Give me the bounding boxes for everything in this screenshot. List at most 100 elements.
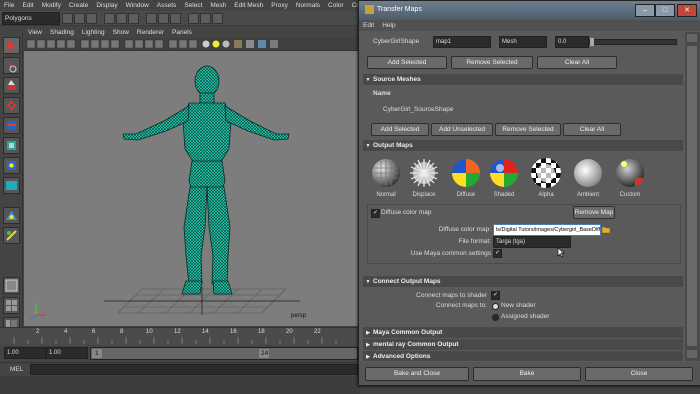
viewport-menu-lighting[interactable]: Lighting (78, 28, 109, 38)
menu-select[interactable]: Select (180, 0, 206, 11)
playback-start-field[interactable]: 1.00 (46, 347, 88, 359)
last-tool-icon[interactable] (3, 177, 20, 194)
remove-map-button[interactable]: Remove Map (573, 206, 615, 219)
save-scene-icon[interactable] (86, 13, 97, 24)
target-add-selected-button[interactable]: Add Selected (367, 56, 447, 69)
scroll-thumb[interactable] (687, 46, 697, 346)
output-maps-header[interactable]: ▼ Output Maps (363, 140, 683, 151)
transfer-maps-titlebar[interactable]: Transfer Maps – □ ✕ (359, 1, 700, 19)
single-pane-layout-icon[interactable] (3, 277, 20, 294)
menu-mesh[interactable]: Mesh (206, 0, 230, 11)
scene-view[interactable] (24, 51, 360, 326)
close-window-button[interactable]: ✕ (677, 4, 697, 17)
browse-folder-icon[interactable] (601, 224, 611, 234)
target-uv-set-select[interactable]: map1 (433, 36, 491, 48)
menu-color[interactable]: Color (324, 0, 348, 11)
viewport-menu-renderer[interactable]: Renderer (133, 28, 168, 38)
source-add-unselected-button[interactable]: Add Unselected (431, 123, 493, 136)
open-scene-icon[interactable] (74, 13, 85, 24)
tm-menu-edit[interactable]: Edit (359, 20, 378, 31)
source-add-selected-button[interactable]: Add Selected (371, 123, 429, 136)
maya-common-output-header[interactable]: ▶ Maya Common Output (363, 327, 683, 338)
source-clear-all-button[interactable]: Clear All (563, 123, 621, 136)
diffuse-path-input[interactable]: ls/Digital Tutors/images/Cybergirl_BaseD… (493, 224, 601, 236)
viewport-menu-shading[interactable]: Shading (46, 28, 78, 38)
new-scene-icon[interactable] (62, 13, 73, 24)
source-meshes-header[interactable]: ▼ Source Meshes (363, 74, 683, 85)
menu-normals[interactable]: Normals (292, 0, 324, 11)
snap-curve-icon[interactable] (158, 13, 169, 24)
advanced-options-header[interactable]: ▶ Advanced Options (363, 351, 683, 361)
transfer-maps-window: Transfer Maps – □ ✕ Edit Help CyberGirlSh… (358, 0, 700, 386)
snap-point-icon[interactable] (170, 13, 181, 24)
menu-modify[interactable]: Modify (38, 0, 65, 11)
mel-input[interactable] (30, 364, 358, 375)
viewport-menu-show[interactable]: Show (109, 28, 133, 38)
paint-select-icon[interactable] (3, 77, 20, 94)
bake-and-close-button[interactable]: Bake and Close (365, 367, 469, 381)
select-component-icon[interactable] (128, 13, 139, 24)
shaded-map-icon[interactable] (489, 158, 519, 188)
bake-button[interactable]: Bake (473, 367, 581, 381)
alpha-map-icon[interactable] (531, 158, 561, 188)
time-slider[interactable]: 2 4 6 8 10 12 14 16 18 20 22 (0, 327, 360, 345)
transfer-maps-scrollbar[interactable] (685, 32, 700, 361)
close-button[interactable]: Close (585, 367, 693, 381)
menu-window[interactable]: Window (122, 0, 153, 11)
select-hierarchy-icon[interactable] (104, 13, 115, 24)
manipulator-icon[interactable] (3, 157, 20, 174)
select-tool-icon[interactable] (3, 37, 20, 54)
tm-menu-help[interactable]: Help (378, 20, 399, 31)
source-remove-selected-button[interactable]: Remove Selected (495, 123, 561, 136)
use-common-settings-checkbox[interactable]: ✓ (493, 249, 502, 258)
minimize-button[interactable]: – (635, 4, 655, 17)
perspective-viewport[interactable]: persp (24, 51, 360, 326)
range-start-field[interactable]: 1.00 (4, 347, 46, 359)
source-mesh-item[interactable]: CyberGirl_SourceShape (383, 106, 453, 113)
scale-tool-icon[interactable] (3, 137, 20, 154)
viewport-icon-strip[interactable] (24, 38, 360, 50)
connect-maps-checkbox[interactable]: ✓ (491, 291, 500, 300)
menu-assets[interactable]: Assets (153, 0, 181, 11)
new-shader-radio[interactable] (492, 303, 499, 310)
custom-map-icon[interactable] (615, 158, 645, 188)
menu-edit[interactable]: Edit (18, 0, 37, 11)
displace-map-icon[interactable] (409, 158, 439, 188)
move-tool-icon[interactable] (3, 97, 20, 114)
range-bar[interactable]: 1 24 (90, 347, 358, 360)
diffuse-map-icon[interactable] (451, 158, 481, 188)
rotate-tool-icon[interactable] (3, 117, 20, 134)
menu-proxy[interactable]: Proxy (267, 0, 292, 11)
show-manipulator-icon[interactable] (3, 227, 20, 244)
mental-ray-output-header[interactable]: ▶ mental ray Common Output (363, 339, 683, 350)
menu-display[interactable]: Display (92, 0, 121, 11)
menu-create[interactable]: Create (65, 0, 93, 11)
menu-file[interactable]: File (0, 0, 18, 11)
ipr-render-icon[interactable] (200, 13, 211, 24)
render-settings-icon[interactable] (212, 13, 223, 24)
lasso-tool-icon[interactable] (3, 57, 20, 74)
target-display-select[interactable]: Mesh (499, 36, 547, 48)
mode-selector[interactable]: Polygons (2, 12, 60, 25)
scroll-up-button[interactable] (687, 34, 697, 42)
envelope-slider-handle[interactable] (590, 38, 594, 46)
select-object-icon[interactable] (116, 13, 127, 24)
render-icon[interactable] (188, 13, 199, 24)
soft-mod-icon[interactable] (3, 207, 20, 224)
menu-edit-mesh[interactable]: Edit Mesh (230, 0, 267, 11)
target-remove-selected-button[interactable]: Remove Selected (451, 56, 533, 69)
snap-grid-icon[interactable] (146, 13, 157, 24)
four-pane-layout-icon[interactable] (3, 297, 20, 314)
envelope-slider[interactable] (589, 38, 677, 46)
diffuse-enabled-checkbox[interactable]: ✓ (371, 209, 380, 218)
assigned-shader-radio[interactable] (492, 314, 499, 321)
target-clear-all-button[interactable]: Clear All (537, 56, 617, 69)
viewport-menu-view[interactable]: View (24, 28, 46, 38)
scroll-down-button[interactable] (687, 350, 697, 358)
target-envelope-field[interactable]: 0.0 (555, 36, 589, 48)
maximize-button[interactable]: □ (655, 4, 675, 17)
viewport-menu-panels[interactable]: Panels (168, 28, 196, 38)
connect-output-maps-header[interactable]: ▼ Connect Output Maps (363, 276, 683, 287)
normal-map-icon[interactable] (371, 158, 401, 188)
ambient-map-icon[interactable] (573, 158, 603, 188)
